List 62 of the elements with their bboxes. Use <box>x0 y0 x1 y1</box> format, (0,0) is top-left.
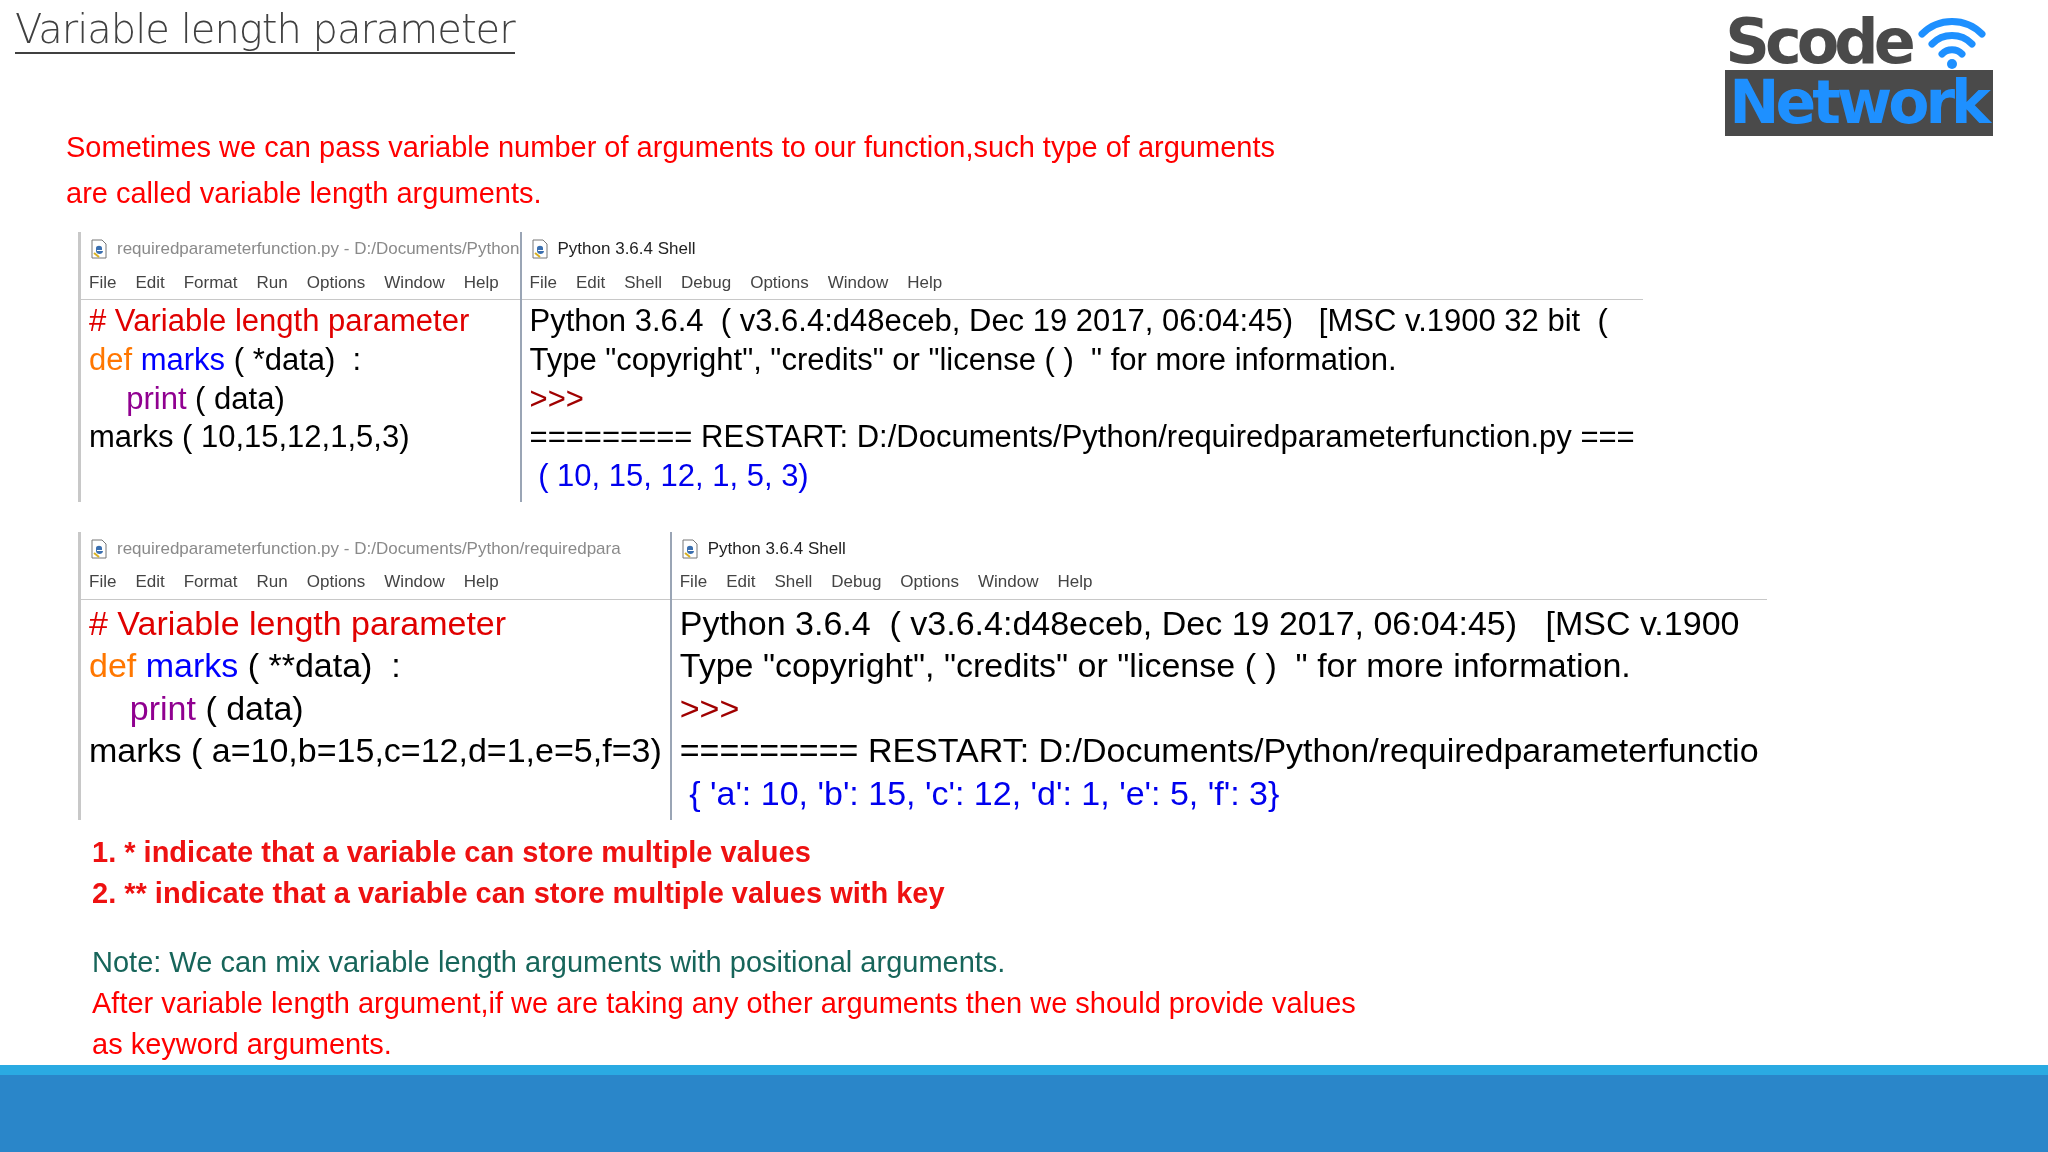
code-line: # Variable length parameter <box>89 302 471 340</box>
python-file-icon <box>89 239 109 259</box>
menu-item[interactable]: Window <box>384 572 445 593</box>
menu-item[interactable]: Edit <box>575 272 606 293</box>
note-text: Note: We can mix variable length arguments with positional arguments. <box>92 945 1007 981</box>
code-line: def marks ( **data) : <box>89 645 402 687</box>
menu-item[interactable]: Window <box>384 272 445 293</box>
menu-item[interactable]: Run <box>256 272 288 293</box>
menu-item[interactable]: Format <box>183 272 238 293</box>
code-line: >>> <box>679 687 741 729</box>
window-title: requiredparameterfunction.py - D:/Documents/Python <box>117 239 520 259</box>
menu-item[interactable]: Help <box>463 572 499 593</box>
menu-item[interactable]: Window <box>827 272 889 293</box>
menu-item[interactable]: Debug <box>681 272 732 293</box>
menu-item[interactable]: Options <box>900 572 959 593</box>
code-line: ========= RESTART: D:/Documents/Python/requiredparameterfunctio <box>679 730 1759 772</box>
menu-item[interactable]: Window <box>977 572 1039 593</box>
python-file-icon <box>679 538 700 559</box>
window-title: requiredparameterfunction.py - D:/Documents/Python/requiredpara <box>117 538 621 559</box>
menu-item[interactable]: File <box>89 572 117 593</box>
code-line: Type "copyright", "credits" or "license ( ) " for more information. <box>679 645 1632 687</box>
menu-item[interactable]: Help <box>1057 572 1093 593</box>
window-title: Python 3.6.4 Shell <box>707 538 846 559</box>
logo-text: Scode <box>1725 14 1912 70</box>
code-line: Python 3.6.4 ( v3.6.4:d48eceb, Dec 19 2017, 06:04:45) [MSC v.1900 32 bit ( <box>529 302 1609 340</box>
code-line: def marks ( *data) : <box>89 340 363 379</box>
menu-item[interactable]: Debug <box>831 572 882 593</box>
menu-item[interactable]: Help <box>463 272 499 293</box>
note-text: After variable length argument,if we are taking any other arguments then we should provide values as keyword arguments. <box>92 986 1357 1063</box>
code-line: Python 3.6.4 ( v3.6.4:d48eceb, Dec 19 2017, 06:04:45) [MSC v.1900 <box>679 602 1741 644</box>
code-line: ( 10, 15, 12, 1, 5, 3) <box>537 457 810 495</box>
code-line: ========= RESTART: D:/Documents/Python/requiredparameterfunction.py === <box>529 418 1635 457</box>
menu-item[interactable]: Format <box>183 572 238 593</box>
menu-item[interactable]: File <box>679 572 708 593</box>
menu-item[interactable]: Edit <box>726 572 756 593</box>
code-line: >>> <box>529 379 585 418</box>
menu-item[interactable]: Help <box>907 272 943 293</box>
code-line: { 'a': 10, 'b': 15, 'c': 12, 'd': 1, 'e': 5, 'f': 3} <box>688 772 1281 814</box>
menu-item[interactable]: Options <box>306 572 366 593</box>
menu-item[interactable]: Edit <box>135 272 165 293</box>
slide-title: Variable length parameter <box>15 6 515 54</box>
code-line: print ( data) <box>128 687 305 729</box>
python-file-icon <box>529 239 550 259</box>
logo-text: Network <box>1725 70 1993 136</box>
code-line: marks ( a=10,b=15,c=12,d=1,e=5,f=3) <box>89 730 662 772</box>
code-line: marks ( 10,15,12,1,5,3) <box>89 418 411 457</box>
menu-item[interactable]: Shell <box>774 572 813 593</box>
code-line: # Variable length parameter <box>89 602 508 644</box>
menu-item[interactable]: Run <box>256 572 288 593</box>
intro-text: Sometimes we can pass variable number of arguments to our function,such type of arguments are called variable length arguments. <box>66 130 1276 211</box>
menu-item[interactable]: File <box>89 272 117 293</box>
python-file-icon <box>89 538 109 559</box>
code-line: print ( data) <box>125 379 286 418</box>
menu-item[interactable]: Shell <box>624 272 663 293</box>
menu-item[interactable]: Options <box>306 272 366 293</box>
menu-item[interactable]: File <box>529 272 557 293</box>
point-text: 1. * indicate that a variable can store multiple values <box>92 835 812 871</box>
code-line: Type "copyright", "credits" or "license ( ) " for more information. <box>529 340 1398 379</box>
menu-item[interactable]: Options <box>750 272 809 293</box>
window-title: Python 3.6.4 Shell <box>557 239 696 259</box>
point-text: 2. ** indicate that a variable can store multiple values with key <box>92 876 946 912</box>
menu-item[interactable]: Edit <box>135 572 165 593</box>
